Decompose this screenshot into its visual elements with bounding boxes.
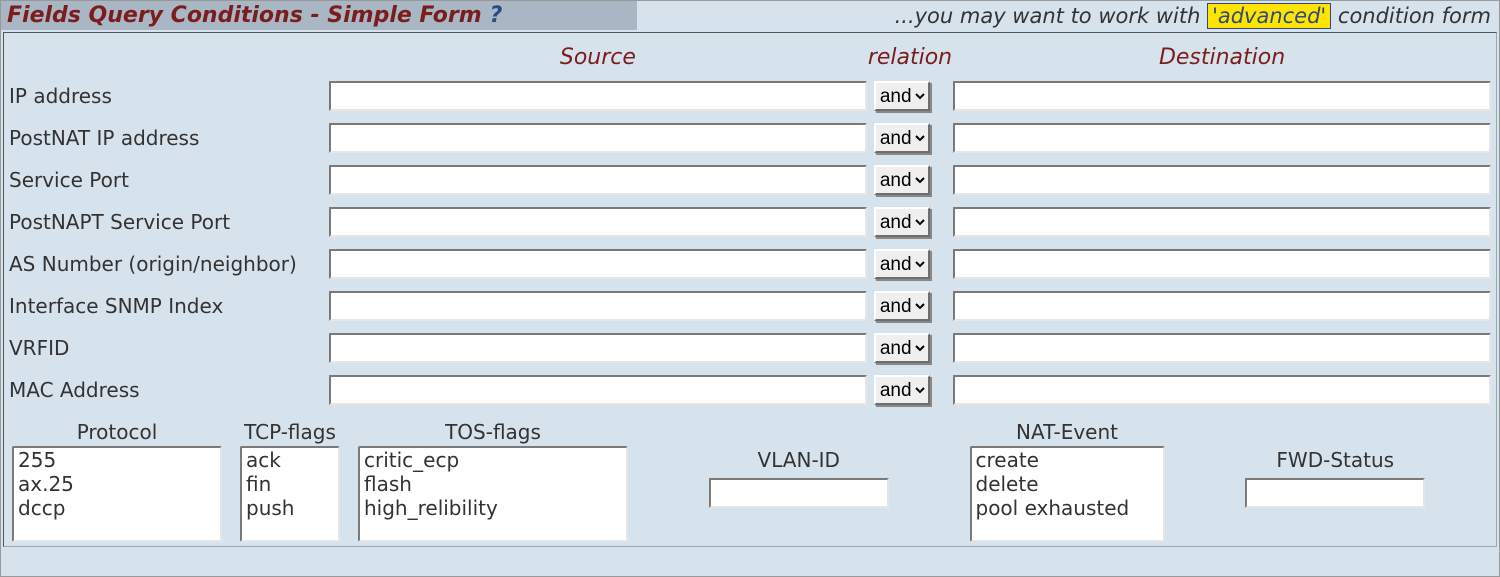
hint-prefix: ...you may want to work with	[895, 4, 1207, 28]
rel-postnapt-port[interactable]: and	[874, 207, 930, 237]
protocol-select[interactable]: 255 ax.25 dccp	[12, 446, 222, 542]
nat-event-label: NAT-Event	[1016, 420, 1118, 444]
row-vrfid: VRFID and	[8, 332, 1492, 364]
dst-postnapt-port[interactable]	[953, 207, 1491, 237]
label-vrfid: VRFID	[8, 332, 328, 364]
protocol-opt[interactable]: dccp	[14, 496, 220, 520]
dst-service-port[interactable]	[953, 165, 1491, 195]
label-as-number: AS Number (origin/neighbor)	[8, 248, 328, 280]
bottom-row: Protocol 255 ax.25 dccp TCP-flags ack fi…	[8, 420, 1492, 542]
header-row: Fields Query Conditions - Simple Form ? …	[1, 1, 1499, 30]
protocol-label: Protocol	[77, 420, 158, 444]
tcp-flags-label: TCP-flags	[244, 420, 336, 444]
advanced-link[interactable]: 'advanced'	[1207, 3, 1331, 29]
col-relation: relation	[868, 43, 952, 70]
row-snmp-index: Interface SNMP Index and	[8, 290, 1492, 322]
label-mac-address: MAC Address	[8, 374, 328, 406]
src-postnat-ip[interactable]	[329, 123, 867, 153]
col-source: Source	[328, 43, 868, 70]
fwd-input[interactable]	[1245, 478, 1425, 508]
tos-flag-opt[interactable]: high_relibility	[360, 496, 626, 520]
hint-suffix: condition form	[1331, 4, 1491, 28]
rel-postnat-ip[interactable]: and	[874, 123, 930, 153]
src-snmp-index[interactable]	[329, 291, 867, 321]
dst-as-number[interactable]	[953, 249, 1491, 279]
nat-event-col: NAT-Event create delete pool exhausted	[970, 420, 1165, 542]
dst-snmp-index[interactable]	[953, 291, 1491, 321]
protocol-opt[interactable]: ax.25	[14, 472, 220, 496]
rel-snmp-index[interactable]: and	[874, 291, 930, 321]
row-as-number: AS Number (origin/neighbor) and	[8, 248, 1492, 280]
nat-event-opt[interactable]: create	[972, 448, 1163, 472]
nat-event-opt[interactable]: pool exhausted	[972, 496, 1163, 520]
tcp-flags-col: TCP-flags ack fin push	[240, 420, 340, 542]
tos-flag-opt[interactable]: flash	[360, 472, 626, 496]
label-ip-address: IP address	[8, 80, 328, 112]
tcp-flag-opt[interactable]: push	[242, 496, 338, 520]
label-snmp-index: Interface SNMP Index	[8, 290, 328, 322]
vlan-label: VLAN-ID	[758, 448, 840, 472]
src-ip-address[interactable]	[329, 81, 867, 111]
conditions-grid: Source relation Destination IP address a…	[8, 33, 1492, 416]
dst-postnat-ip[interactable]	[953, 123, 1491, 153]
rel-service-port[interactable]: and	[874, 165, 930, 195]
row-service-port: Service Port and	[8, 164, 1492, 196]
protocol-col: Protocol 255 ax.25 dccp	[12, 420, 222, 542]
fwd-label: FWD-Status	[1276, 448, 1394, 472]
tcp-flag-opt[interactable]: fin	[242, 472, 338, 496]
row-postnapt-port: PostNAPT Service Port and	[8, 206, 1492, 238]
dst-vrfid[interactable]	[953, 333, 1491, 363]
row-ip-address: IP address and	[8, 80, 1492, 112]
src-mac-address[interactable]	[329, 375, 867, 405]
vlan-input[interactable]	[709, 478, 889, 508]
tos-flag-opt[interactable]: critic_ecp	[360, 448, 626, 472]
advanced-hint: ...you may want to work with 'advanced' …	[637, 4, 1499, 28]
row-mac-address: MAC Address and	[8, 374, 1492, 406]
fwd-col: FWD-Status	[1183, 420, 1489, 508]
src-as-number[interactable]	[329, 249, 867, 279]
tos-flags-select[interactable]: critic_ecp flash high_relibility	[358, 446, 628, 542]
rel-ip-address[interactable]: and	[874, 81, 930, 111]
nat-event-select[interactable]: create delete pool exhausted	[970, 446, 1165, 542]
label-service-port: Service Port	[8, 164, 328, 196]
row-postnat-ip: PostNAT IP address and	[8, 122, 1492, 154]
label-postnapt-port: PostNAPT Service Port	[8, 206, 328, 238]
tos-flags-col: TOS-flags critic_ecp flash high_relibili…	[358, 420, 628, 542]
vlan-col: VLAN-ID	[646, 420, 952, 508]
label-postnat-ip: PostNAT IP address	[8, 122, 328, 154]
tcp-flags-select[interactable]: ack fin push	[240, 446, 340, 542]
tcp-flag-opt[interactable]: ack	[242, 448, 338, 472]
title-bar: Fields Query Conditions - Simple Form ?	[1, 1, 637, 30]
dst-ip-address[interactable]	[953, 81, 1491, 111]
tos-flags-label: TOS-flags	[445, 420, 541, 444]
help-icon[interactable]: ?	[490, 3, 503, 28]
rel-mac-address[interactable]: and	[874, 375, 930, 405]
nat-event-opt[interactable]: delete	[972, 472, 1163, 496]
query-conditions-panel: Fields Query Conditions - Simple Form ? …	[0, 0, 1500, 577]
panel-title: Fields Query Conditions - Simple Form	[7, 3, 482, 28]
col-destination: Destination	[952, 43, 1492, 70]
rel-vrfid[interactable]: and	[874, 333, 930, 363]
protocol-opt[interactable]: 255	[14, 448, 220, 472]
rel-as-number[interactable]: and	[874, 249, 930, 279]
dst-mac-address[interactable]	[953, 375, 1491, 405]
src-vrfid[interactable]	[329, 333, 867, 363]
form-panel: Source relation Destination IP address a…	[3, 32, 1497, 547]
src-postnapt-port[interactable]	[329, 207, 867, 237]
src-service-port[interactable]	[329, 165, 867, 195]
